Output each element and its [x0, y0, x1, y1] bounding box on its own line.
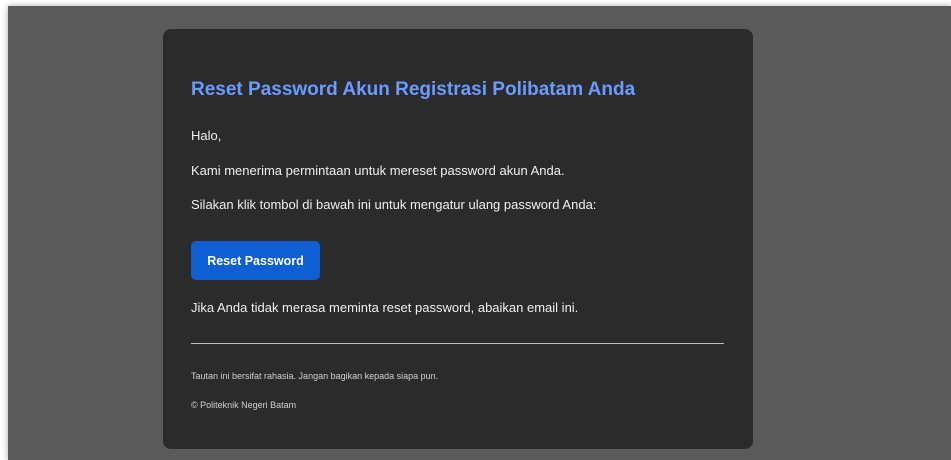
email-card: Reset Password Akun Registrasi Polibatam… — [163, 29, 753, 449]
request-text: Kami menerima permintaan untuk mereset p… — [191, 163, 565, 178]
instruction-text: Silakan klik tombol di bawah ini untuk m… — [191, 197, 597, 212]
email-viewport: Reset Password Akun Registrasi Polibatam… — [8, 6, 951, 460]
ignore-note-text: Jika Anda tidak merasa meminta reset pas… — [191, 300, 579, 315]
greeting-text: Halo, — [191, 128, 222, 143]
footer-secret-text: Tautan ini bersifat rahasia. Jangan bagi… — [191, 371, 439, 381]
footer-divider — [191, 343, 724, 344]
email-title: Reset Password Akun Registrasi Polibatam… — [191, 79, 636, 100]
reset-password-button[interactable]: Reset Password — [191, 241, 320, 280]
footer-copyright-text: © Politeknik Negeri Batam — [191, 400, 297, 410]
